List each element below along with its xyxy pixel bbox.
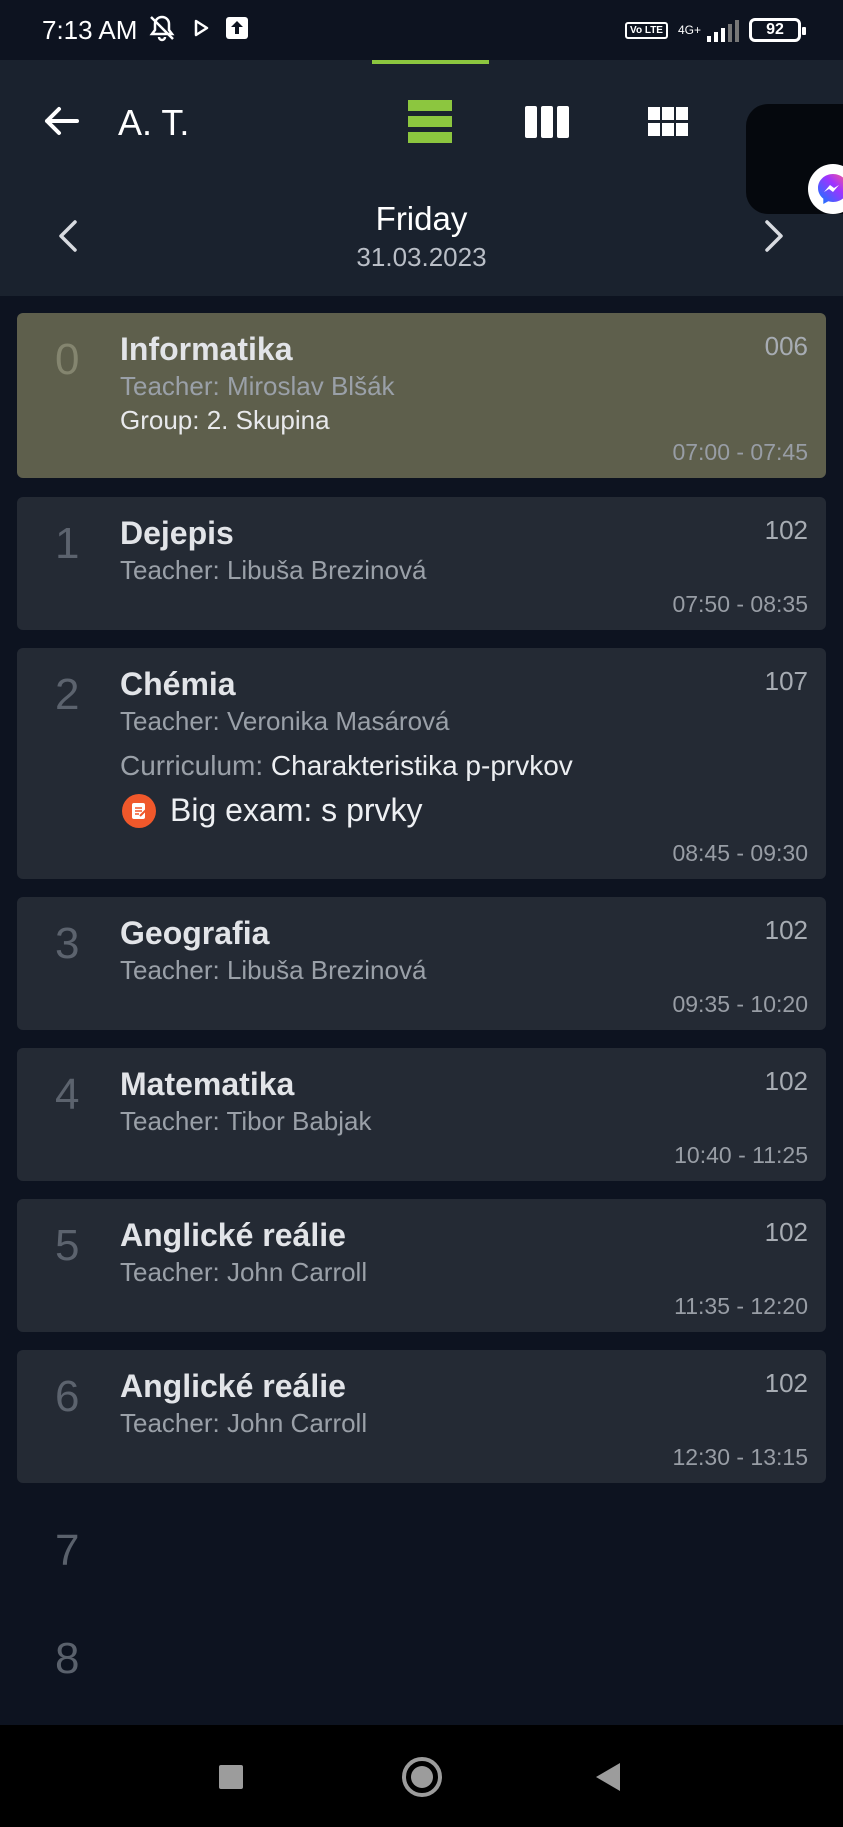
lesson-room: 102 bbox=[764, 1217, 808, 1247]
lesson-subject: Anglické reálie bbox=[120, 1217, 346, 1253]
active-view-indicator bbox=[372, 60, 489, 64]
grid-view-icon bbox=[648, 107, 688, 136]
exam-icon bbox=[122, 793, 156, 828]
lesson-card[interactable]: 3 Geografia 102 Teacher: Libuša Brezinov… bbox=[17, 897, 826, 1030]
lesson-time: 07:00 - 07:45 bbox=[672, 439, 808, 465]
exam-text: Big exam: s prvky bbox=[170, 792, 423, 828]
day-name: Friday bbox=[375, 200, 468, 237]
lesson-subject: Chémia bbox=[120, 666, 236, 702]
lesson-teacher: Teacher: Miroslav Blšák bbox=[120, 371, 395, 401]
lesson-subject: Geografia bbox=[120, 915, 270, 951]
lesson-time: 12:30 - 13:15 bbox=[672, 1444, 808, 1470]
lesson-teacher: Teacher: Tibor Babjak bbox=[120, 1106, 372, 1136]
lesson-time: 09:35 - 10:20 bbox=[672, 991, 808, 1017]
week-view-icon bbox=[525, 106, 569, 138]
lesson-card[interactable]: 0 Informatika 006 Teacher: Miroslav Blšá… bbox=[17, 313, 826, 478]
day-view-icon bbox=[408, 100, 452, 143]
lesson-room: 102 bbox=[764, 915, 808, 945]
volte-icon: Vo LTE bbox=[625, 21, 668, 39]
lesson-curriculum: Curriculum: Charakteristika p-prvkov bbox=[120, 750, 573, 782]
week-view-button[interactable] bbox=[515, 94, 579, 150]
lesson-card[interactable]: 2 Chémia 107 Teacher: Veronika Masárová … bbox=[17, 648, 826, 879]
lesson-room: 107 bbox=[764, 666, 808, 696]
arrow-left-icon bbox=[45, 107, 79, 135]
lesson-card[interactable]: 5 Anglické reálie 102 Teacher: John Carr… bbox=[17, 1199, 826, 1332]
network-type: 4G+ bbox=[677, 23, 701, 37]
lesson-time: 07:50 - 08:35 bbox=[672, 591, 808, 617]
lesson-teacher: Teacher: Veronika Masárová bbox=[120, 706, 450, 736]
lesson-card[interactable]: 6 Anglické reálie 102 Teacher: John Carr… bbox=[17, 1350, 826, 1483]
lesson-room: 102 bbox=[764, 1066, 808, 1096]
lesson-room: 006 bbox=[764, 331, 808, 361]
lesson-time: 08:45 - 09:30 bbox=[672, 840, 808, 866]
lesson-subject: Dejepis bbox=[120, 515, 234, 551]
lesson-number: 0 bbox=[55, 335, 80, 384]
signal-icon bbox=[707, 18, 739, 42]
system-nav-bar bbox=[0, 1725, 843, 1827]
lesson-number: 6 bbox=[55, 1372, 80, 1421]
battery-icon: 92 bbox=[749, 18, 806, 42]
lesson-teacher: Teacher: John Carroll bbox=[120, 1408, 368, 1438]
lesson-room: 102 bbox=[764, 515, 808, 545]
lesson-room: 102 bbox=[764, 1368, 808, 1398]
lesson-time: 11:35 - 12:20 bbox=[674, 1293, 808, 1319]
status-time: 7:13 AM bbox=[42, 14, 138, 45]
exam-notice[interactable]: Big exam: s prvky bbox=[122, 792, 423, 829]
lesson-teacher: Teacher: Libuša Brezinová bbox=[120, 555, 427, 585]
lesson-card[interactable]: 4 Matematika 102 Teacher: Tibor Babjak 1… bbox=[17, 1048, 826, 1181]
lesson-number: 3 bbox=[55, 919, 80, 968]
chevron-right-icon bbox=[765, 220, 783, 252]
day-date: 31.03.2023 bbox=[356, 242, 487, 272]
lesson-subject: Anglické reálie bbox=[120, 1368, 346, 1404]
mute-icon bbox=[147, 13, 177, 48]
lesson-subject: Informatika bbox=[120, 331, 293, 367]
empty-lesson-number: 7 bbox=[55, 1526, 80, 1575]
grid-view-button[interactable] bbox=[636, 94, 700, 150]
day-view-button[interactable] bbox=[398, 94, 462, 150]
curriculum-value: Charakteristika p-prvkov bbox=[270, 750, 573, 781]
lesson-number: 5 bbox=[55, 1221, 80, 1270]
next-day-button[interactable] bbox=[752, 214, 796, 258]
lesson-number: 4 bbox=[55, 1070, 80, 1119]
app-header: A. T. Friday 31.03.2023 bbox=[0, 60, 843, 296]
upload-icon bbox=[225, 16, 249, 45]
back-icon[interactable] bbox=[596, 1763, 620, 1791]
status-bar: 7:13 AM Vo LTE 4G+ 92 bbox=[0, 0, 843, 60]
empty-lesson-number: 8 bbox=[55, 1634, 80, 1683]
lesson-time: 10:40 - 11:25 bbox=[674, 1142, 808, 1168]
lesson-teacher: Teacher: Libuša Brezinová bbox=[120, 955, 427, 985]
back-button[interactable] bbox=[36, 96, 86, 146]
recent-apps-icon[interactable] bbox=[219, 1765, 243, 1789]
lesson-number: 1 bbox=[55, 519, 80, 568]
home-icon[interactable] bbox=[402, 1757, 442, 1797]
lesson-group: Group: 2. Skupina bbox=[120, 405, 330, 435]
lesson-number: 2 bbox=[55, 670, 80, 719]
lesson-card[interactable]: 1 Dejepis 102 Teacher: Libuša Brezinová … bbox=[17, 497, 826, 630]
student-name: A. T. bbox=[118, 102, 190, 143]
curriculum-label: Curriculum: bbox=[120, 750, 264, 781]
play-icon bbox=[191, 18, 211, 43]
lesson-teacher: Teacher: John Carroll bbox=[120, 1257, 368, 1287]
lesson-subject: Matematika bbox=[120, 1066, 295, 1102]
